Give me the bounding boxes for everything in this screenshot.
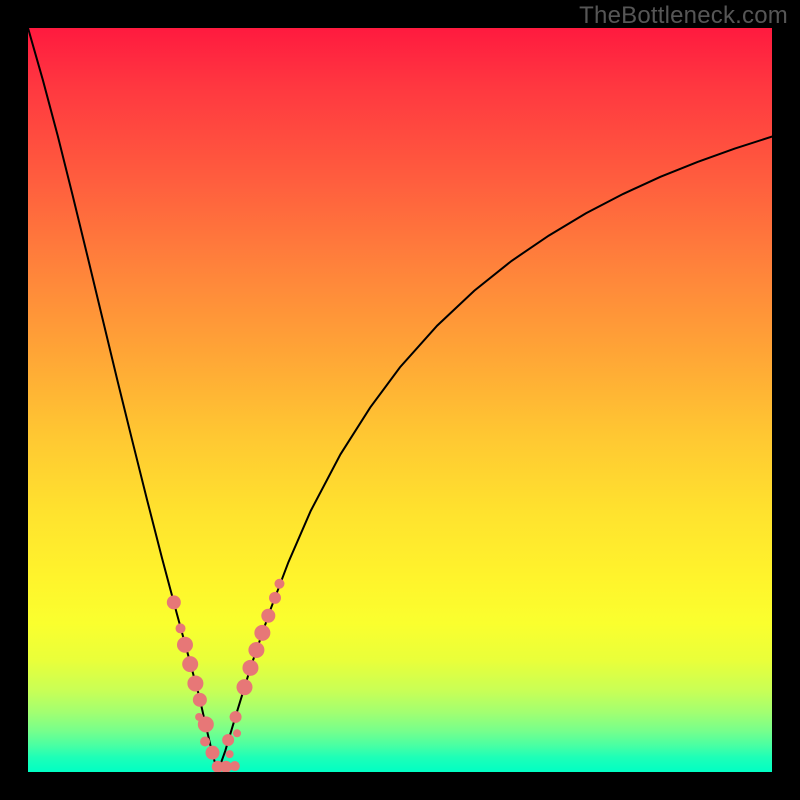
data-marker bbox=[176, 623, 186, 633]
data-marker bbox=[222, 734, 234, 746]
data-marker bbox=[198, 716, 214, 732]
data-marker bbox=[182, 656, 198, 672]
data-markers bbox=[167, 579, 285, 772]
data-marker bbox=[254, 625, 270, 641]
curve-layer bbox=[28, 28, 772, 772]
data-marker bbox=[230, 761, 240, 771]
data-marker bbox=[261, 609, 275, 623]
data-marker bbox=[206, 746, 220, 760]
curve-right-branch bbox=[218, 137, 772, 772]
data-marker bbox=[187, 675, 203, 691]
data-marker bbox=[242, 660, 258, 676]
chart-frame: TheBottleneck.com bbox=[0, 0, 800, 800]
plot-area bbox=[28, 28, 772, 772]
data-marker bbox=[248, 642, 264, 658]
data-marker bbox=[177, 637, 193, 653]
data-marker bbox=[233, 729, 241, 737]
watermark-text: TheBottleneck.com bbox=[579, 2, 788, 30]
data-marker bbox=[230, 711, 242, 723]
data-marker bbox=[167, 595, 181, 609]
data-marker bbox=[226, 750, 234, 758]
data-marker bbox=[269, 592, 281, 604]
data-marker bbox=[193, 693, 207, 707]
data-marker bbox=[200, 737, 210, 747]
data-marker bbox=[274, 579, 284, 589]
data-marker bbox=[237, 679, 253, 695]
